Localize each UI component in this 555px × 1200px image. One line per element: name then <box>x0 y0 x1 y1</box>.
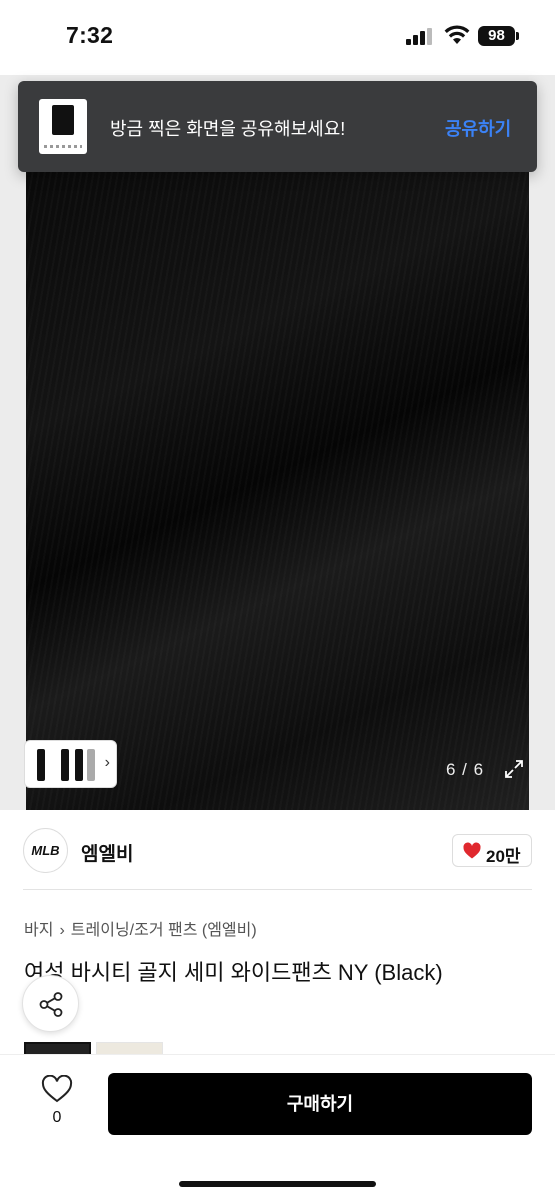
status-time: 7:32 <box>66 22 114 48</box>
product-image[interactable] <box>26 170 529 810</box>
like-count: 20만 <box>486 847 521 866</box>
status-bar: 7:32 98 <box>0 0 555 75</box>
toast-message: 방금 찍은 화면을 공유해보세요! <box>110 119 346 139</box>
divider <box>23 889 532 890</box>
buy-button[interactable]: 구매하기 <box>108 1073 532 1135</box>
cellular-signal-icon <box>406 28 434 45</box>
expand-icon[interactable] <box>503 758 525 780</box>
breadcrumb-category[interactable]: 바지 <box>24 922 53 939</box>
heart-icon <box>463 842 481 859</box>
product-gallery[interactable]: › 6 / 6 <box>0 75 555 810</box>
wishlist-count: 0 <box>52 1109 62 1126</box>
bottom-action-bar: 0 구매하기 <box>0 1054 555 1200</box>
like-button[interactable]: 20만 <box>452 834 532 867</box>
share-fab-button[interactable] <box>22 975 79 1032</box>
chevron-right-icon: › <box>59 922 65 939</box>
share-screenshot-toast: 방금 찍은 화면을 공유해보세요! 공유하기 <box>18 81 537 172</box>
thumbnail-strip-button[interactable]: › <box>24 740 117 788</box>
brand-name[interactable]: 엠엘비 <box>81 839 133 866</box>
image-counter: 6 / 6 <box>446 760 485 779</box>
breadcrumb: 바지 › 트레이닝/조거 팬츠 (엠엘비) <box>24 916 257 940</box>
wishlist-button[interactable]: 0 <box>40 1074 74 1133</box>
brand-logo[interactable]: MLB <box>23 828 68 873</box>
share-icon <box>39 992 63 1017</box>
product-title: 여성 바시티 골지 세미 와이드팬츠 NY (Black) <box>24 960 443 985</box>
breadcrumb-subcategory[interactable]: 트레이닝/조거 팬츠 (엠엘비) <box>71 922 257 939</box>
chevron-right-icon: › <box>104 754 110 771</box>
battery-indicator: 98 <box>478 26 519 46</box>
screenshot-thumbnail <box>39 99 87 154</box>
heart-outline-icon <box>41 1074 73 1103</box>
home-indicator[interactable] <box>179 1181 376 1187</box>
wifi-icon <box>444 25 470 44</box>
share-button[interactable]: 공유하기 <box>445 115 511 141</box>
